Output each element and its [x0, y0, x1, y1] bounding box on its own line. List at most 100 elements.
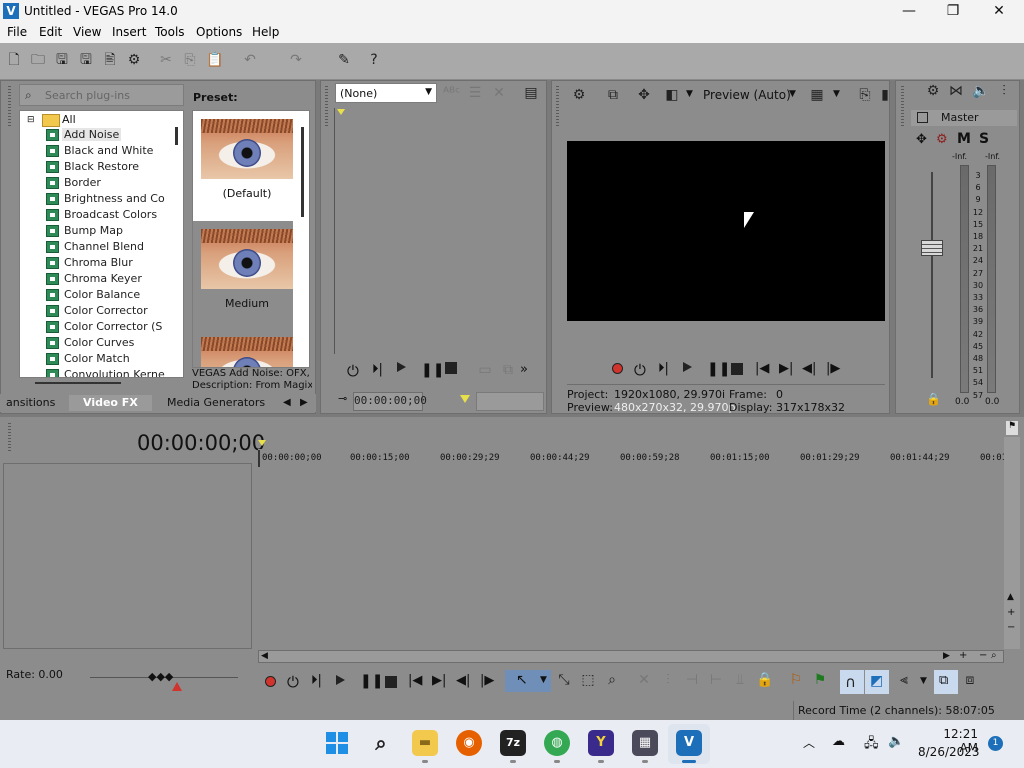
menu-help[interactable]: Help: [252, 25, 279, 39]
zoom-in-icon[interactable]: +: [1007, 607, 1015, 618]
undo-icon[interactable]: ↶: [242, 52, 258, 68]
vegas-pro-taskbar-icon[interactable]: V: [676, 730, 702, 756]
chevron-down-icon[interactable]: ▼: [789, 89, 796, 99]
tree-scrollbar-thumb[interactable]: [175, 127, 178, 145]
save-icon[interactable]: 🖫: [54, 52, 70, 68]
master-fader-handle[interactable]: [921, 240, 943, 256]
preset-default[interactable]: (Default): [201, 119, 293, 200]
solo-button[interactable]: S: [979, 131, 989, 147]
start-button[interactable]: [324, 730, 350, 756]
menu-view[interactable]: View: [73, 25, 101, 39]
play-from-start-icon[interactable]: ⏵|: [311, 673, 322, 688]
pane-grip[interactable]: [8, 86, 11, 126]
onedrive-icon[interactable]: ☁: [832, 734, 845, 749]
speaker-icon[interactable]: 🔈: [972, 83, 989, 99]
menu-file[interactable]: File: [7, 25, 27, 39]
clock-date[interactable]: 8/26/2023: [918, 745, 980, 759]
pause-icon[interactable]: ❚❚: [707, 361, 730, 377]
previous-frame-icon[interactable]: ◀|: [802, 361, 816, 376]
trimmer-media-select[interactable]: (None) ▼: [335, 83, 437, 103]
pause-icon[interactable]: ❚❚: [360, 673, 383, 689]
paste-icon[interactable]: 📋: [206, 52, 223, 68]
render-icon[interactable]: 🖹: [102, 52, 118, 68]
save-snapshot-icon[interactable]: ▮: [877, 87, 893, 103]
grid-icon[interactable]: ▦: [809, 87, 825, 103]
chevron-down-icon[interactable]: ▼: [686, 89, 693, 99]
collapse-icon[interactable]: ⊟: [27, 115, 35, 125]
tab-video-fx[interactable]: Video FX: [69, 395, 152, 411]
timeline-hscroll[interactable]: ◀ ▶ + − ⌕: [258, 650, 1004, 663]
lock-icon[interactable]: 🔒: [926, 392, 941, 406]
close-button[interactable]: ✕: [976, 0, 1022, 23]
playhead[interactable]: [258, 450, 260, 467]
network-icon[interactable]: 🖧: [864, 734, 879, 756]
notification-badge[interactable]: 1: [988, 736, 1003, 751]
lock-envelopes-toggle[interactable]: ⧉: [934, 670, 958, 694]
track-list[interactable]: [3, 463, 252, 649]
next-icon[interactable]: ▶|: [779, 361, 793, 376]
play-from-start-icon[interactable]: ⏵|: [658, 361, 669, 376]
zoom-tool-icon[interactable]: ⌕: [604, 672, 620, 688]
rate-slider-handle[interactable]: ◆◆◆: [148, 670, 173, 683]
video-app-icon[interactable]: ▦: [632, 730, 658, 756]
play-icon[interactable]: [336, 675, 345, 688]
loop-icon[interactable]: ⏻: [634, 361, 646, 379]
add-to-timeline-icon[interactable]: ▭: [477, 362, 493, 378]
external-monitor-icon[interactable]: ⧉: [605, 87, 621, 103]
record-icon[interactable]: [612, 363, 623, 374]
insert-marker-icon[interactable]: ⚐: [788, 672, 804, 688]
ignore-grouping-icon[interactable]: ⧈: [962, 672, 978, 688]
normal-edit-tool[interactable]: ↖ ▼: [505, 670, 551, 692]
pane-grip[interactable]: [325, 86, 328, 126]
marker-flag-icon[interactable]: ⚑: [1006, 421, 1018, 435]
mixer-settings-gear-icon[interactable]: ⚙: [925, 83, 941, 99]
mute-button[interactable]: M: [957, 131, 971, 147]
zoom-tool-icon[interactable]: ⌕: [991, 650, 997, 661]
loop-icon[interactable]: ⏻: [287, 673, 299, 691]
menu-tools[interactable]: Tools: [155, 25, 185, 39]
trim-end-icon[interactable]: ⊢: [708, 672, 724, 688]
previous-icon[interactable]: |◀: [755, 361, 769, 376]
volume-icon[interactable]: 🔈: [888, 734, 904, 749]
next-icon[interactable]: ▶|: [432, 673, 446, 688]
previous-frame-icon[interactable]: ◀|: [456, 673, 470, 688]
scroll-left-icon[interactable]: ◀: [261, 651, 268, 661]
tab-media-generators[interactable]: Media Generators: [167, 395, 265, 411]
abc-icon[interactable]: ᴬᴮᶜ: [443, 85, 460, 101]
next-frame-icon[interactable]: |▶: [480, 673, 494, 688]
downmix-icon[interactable]: ⋈: [948, 83, 964, 99]
trim-icon[interactable]: ⫶: [660, 672, 676, 688]
overlays-icon[interactable]: ◧: [664, 87, 680, 103]
preview-quality-dropdown[interactable]: Preview (Auto): [703, 88, 791, 102]
more-icon[interactable]: »: [520, 362, 528, 377]
envelope-tool-icon[interactable]: ⤡: [556, 672, 572, 688]
7zip-icon[interactable]: 7z: [500, 730, 526, 756]
y-app-icon[interactable]: Y: [588, 730, 614, 756]
scroll-up-icon[interactable]: ▲: [1007, 592, 1014, 602]
tab-scroll-left-icon[interactable]: ◀: [283, 397, 291, 408]
lock-icon[interactable]: 🔒: [756, 672, 773, 688]
play-icon[interactable]: [397, 362, 406, 375]
maximize-button[interactable]: ❐: [930, 0, 976, 23]
video-preview-screen[interactable]: [567, 141, 885, 321]
search-icon[interactable]: ⌕: [368, 730, 394, 756]
zoom-in-horizontal-icon[interactable]: +: [959, 650, 967, 661]
preview-settings-gear-icon[interactable]: ⚙: [571, 87, 587, 103]
new-icon[interactable]: 🗋: [6, 52, 22, 68]
save-as-icon[interactable]: 🖫: [78, 52, 94, 68]
tree-root[interactable]: All: [62, 113, 76, 126]
redo-icon[interactable]: ↷: [288, 52, 304, 68]
copy-snapshot-icon[interactable]: ⎘: [857, 87, 873, 103]
selection-length-field[interactable]: [476, 392, 544, 411]
fx-gear-icon[interactable]: ⚙: [936, 132, 948, 147]
help-icon[interactable]: ?: [366, 52, 382, 68]
copy-icon[interactable]: ⎘: [182, 52, 198, 68]
auto-crossfade-toggle[interactable]: ◩: [865, 670, 889, 694]
file-explorer-icon[interactable]: ▬: [412, 730, 438, 756]
delete-icon[interactable]: ✕: [636, 672, 652, 688]
properties-gear-icon[interactable]: ⚙: [126, 52, 142, 68]
stop-icon[interactable]: [731, 363, 743, 375]
edit-tool-icon[interactable]: ✎: [336, 52, 352, 68]
loop-icon[interactable]: ⏻: [347, 362, 359, 380]
insert-icon[interactable]: ⧉: [500, 362, 516, 378]
